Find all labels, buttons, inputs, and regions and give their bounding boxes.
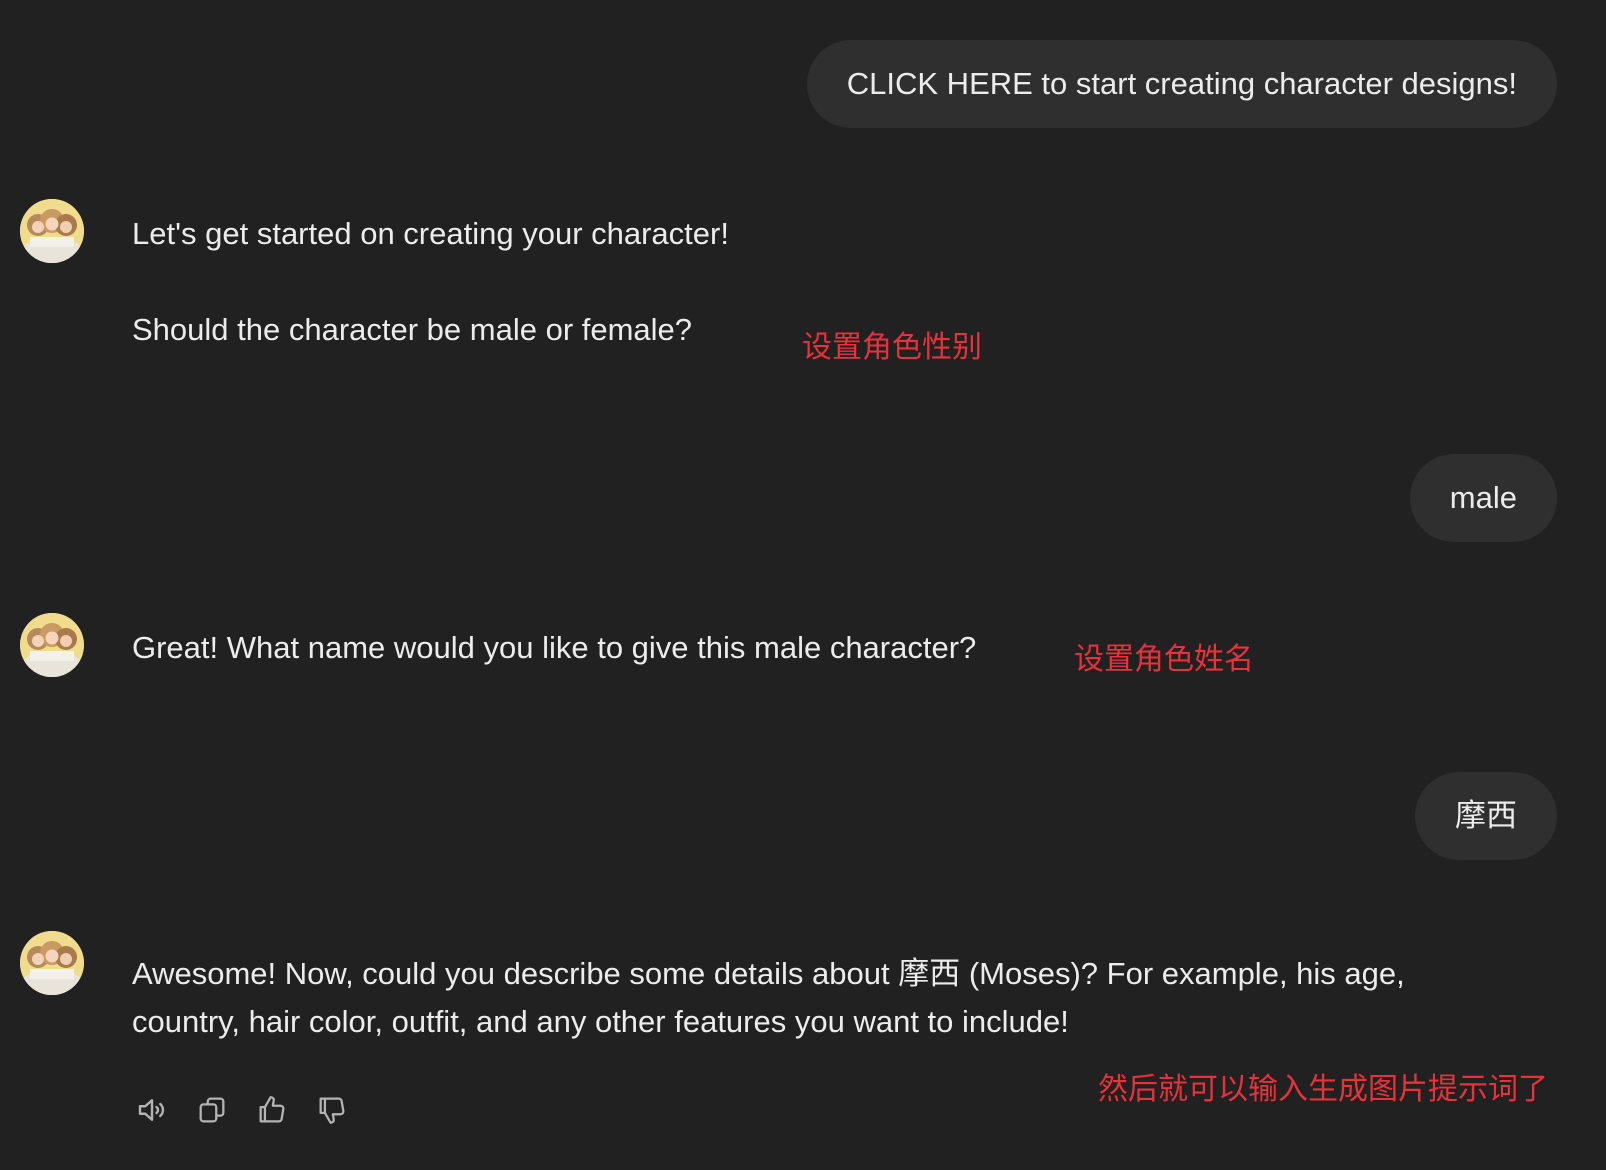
assistant-message-line: Let's get started on creating your chara… bbox=[132, 216, 729, 251]
assistant-message-line: Great! What name would you like to give … bbox=[132, 630, 977, 665]
assistant-message-line: country, hair color, outfit, and any oth… bbox=[132, 1004, 1069, 1039]
thumbs-down-button[interactable] bbox=[312, 1090, 352, 1130]
assistant-message-line: Awesome! Now, could you describe some de… bbox=[132, 956, 1405, 991]
assistant-message-line: Should the character be male or female? bbox=[132, 312, 693, 347]
thumbs-up-icon bbox=[259, 1096, 285, 1123]
user-message-bubble[interactable]: 摩西 bbox=[1415, 772, 1557, 860]
annotation-prompt-hint: 然后就可以输入生成图片提示词了 bbox=[1098, 1072, 1548, 1107]
thumbs-up-button[interactable] bbox=[252, 1090, 292, 1130]
user-message-text: 摩西 bbox=[1455, 798, 1517, 833]
annotation-set-gender: 设置角色性别 bbox=[802, 330, 982, 365]
annotation-set-name: 设置角色姓名 bbox=[1074, 642, 1254, 677]
message-actions bbox=[132, 1090, 352, 1130]
speaker-icon bbox=[138, 1099, 165, 1121]
assistant-avatar bbox=[20, 931, 84, 995]
assistant-avatar bbox=[20, 199, 84, 263]
user-message-text: CLICK HERE to start creating character d… bbox=[846, 66, 1517, 101]
assistant-avatar bbox=[20, 613, 84, 677]
copy-button[interactable] bbox=[192, 1090, 232, 1130]
copy-icon bbox=[199, 1097, 225, 1123]
user-message-bubble[interactable]: male bbox=[1409, 454, 1557, 542]
user-message-bubble[interactable]: CLICK HERE to start creating character d… bbox=[806, 40, 1557, 128]
user-message-text: male bbox=[1449, 480, 1517, 515]
read-aloud-button[interactable] bbox=[132, 1090, 172, 1130]
thumbs-down-icon bbox=[319, 1097, 345, 1124]
